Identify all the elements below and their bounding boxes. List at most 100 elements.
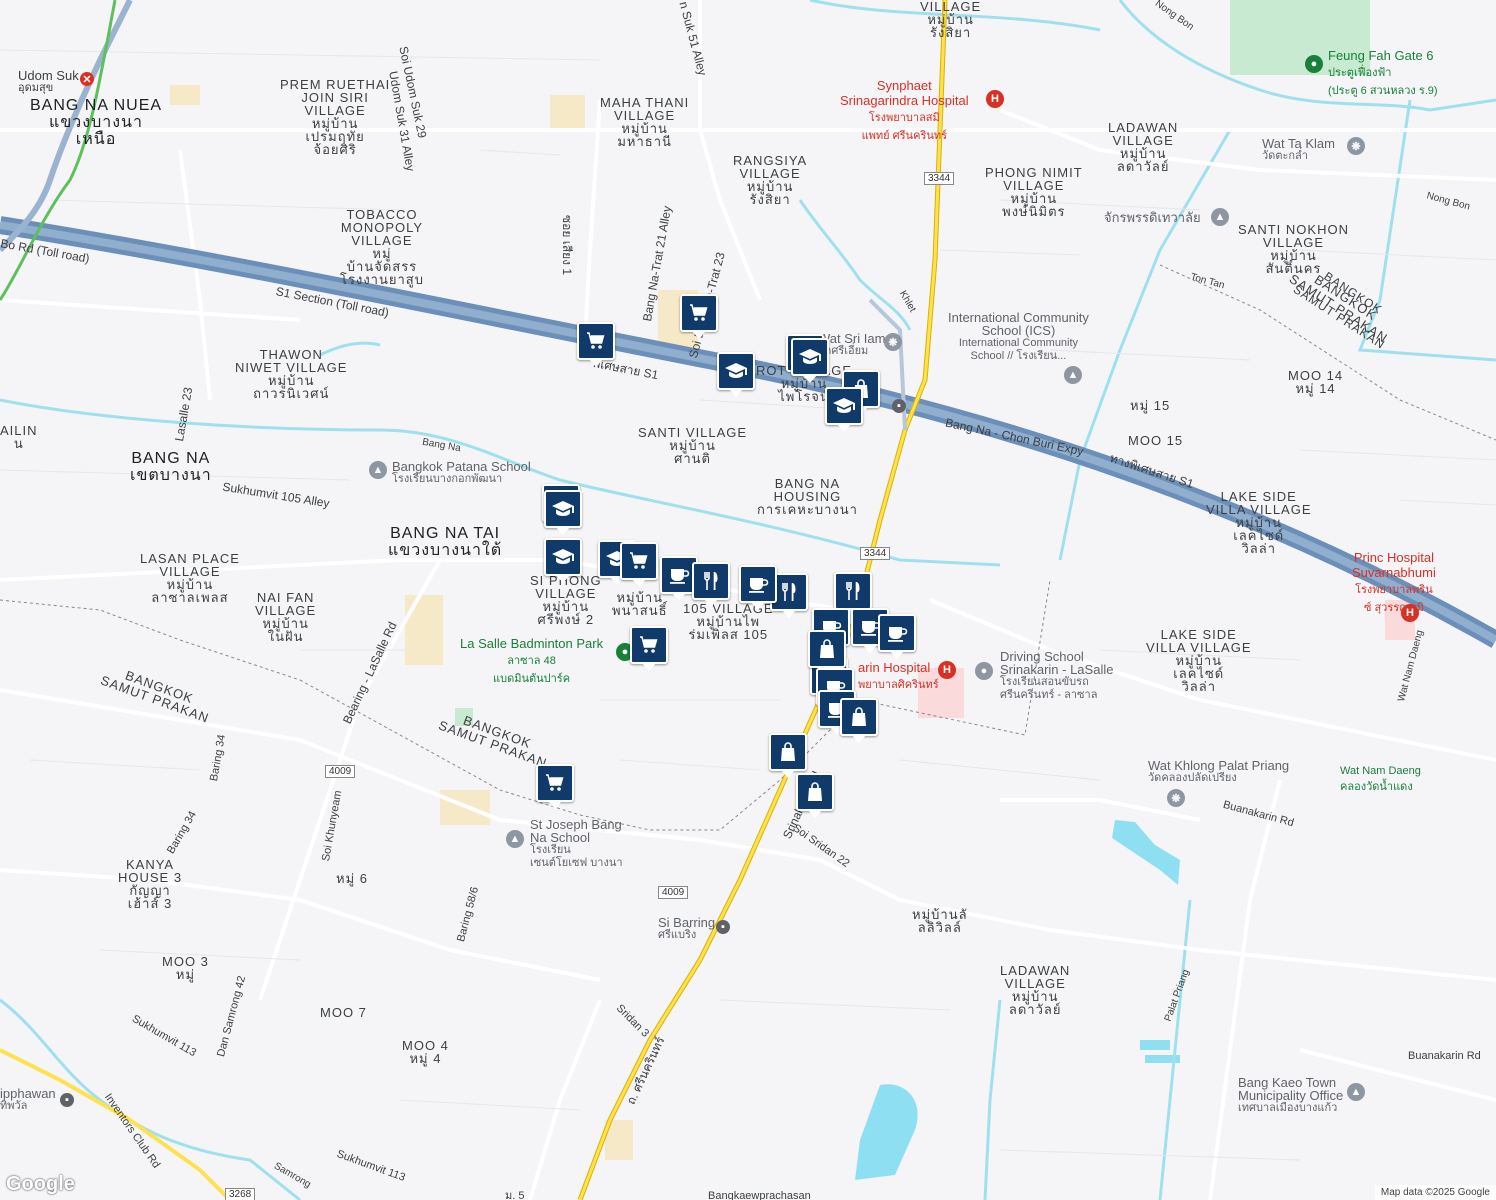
shopping-bag-icon bbox=[803, 780, 827, 804]
map-canvas[interactable]: BANG NA NUEA แขวงบางนา เหนือ BANG NA เขตบาง… bbox=[0, 0, 1496, 1200]
route-badge-3268: 3268 bbox=[225, 1188, 256, 1200]
road-moo-5: ม. 5 bbox=[505, 1190, 525, 1200]
area-maha-thani: MAHA THANI VILLAGE หมู่บ้าน มหาธานี bbox=[600, 95, 690, 149]
hospital-icon: H bbox=[1401, 604, 1419, 622]
poi-wat-ta-klam[interactable]: Wat Ta Klam วัดตะกล่ำ bbox=[1262, 137, 1335, 163]
shopping-cart-icon bbox=[687, 301, 711, 325]
poi-srinakarin-hospital[interactable]: arin Hospital พยาบาลศิครินทร์ bbox=[858, 660, 939, 693]
shopping-bag-icon bbox=[815, 637, 839, 661]
poi-bang-kaeo-municipality[interactable]: Bang Kaeo Town Municipality Office เทศบาลเ… bbox=[1238, 1076, 1343, 1115]
area-moo-14: MOO 14 หมู่ 14 bbox=[1288, 368, 1344, 396]
bag-marker[interactable] bbox=[808, 630, 846, 675]
school-icon: ● bbox=[975, 662, 993, 680]
area-santi: SANTI VILLAGE หมู่บ้าน ศานติ bbox=[638, 425, 748, 466]
poi-si-barring[interactable]: Si Barring ศรีแบริ่ง bbox=[658, 916, 715, 942]
cart-marker[interactable] bbox=[620, 542, 658, 587]
poi-driving-school[interactable]: Driving School Srinakarin - LaSalle โรงเรี… bbox=[1000, 650, 1113, 702]
bag-marker[interactable] bbox=[769, 733, 807, 778]
train-station-icon: ✕ bbox=[80, 72, 94, 86]
district-bang-na-tai: BANG NA TAI แขวงบางนาใต้ bbox=[388, 525, 503, 559]
restaurant-icon bbox=[841, 579, 865, 603]
poi-wat-nam-daeng[interactable]: Wat Nam Daeng คลองวัดน้ำแดง bbox=[1340, 765, 1421, 795]
station-icon: ▪ bbox=[716, 920, 730, 934]
temple-icon: ❋ bbox=[1167, 789, 1185, 807]
cap-marker[interactable] bbox=[825, 387, 863, 432]
area-bang-na-housing: BANG NA HOUSING การเคหะบางนา bbox=[757, 476, 858, 517]
area-lake-side-1: LAKE SIDE VILLA VILLAGE หมู่บ้าน เลคไซด์ วิล… bbox=[1206, 489, 1312, 556]
route-badge-3344: 3344 bbox=[860, 547, 891, 560]
poi-la-salle-badminton-park[interactable]: La Salle Badminton Park ลาซาล 48 แบดมินตัน… bbox=[460, 636, 603, 687]
bag-marker[interactable] bbox=[796, 773, 834, 818]
route-badge-4009: 4009 bbox=[658, 886, 689, 899]
cart-marker[interactable] bbox=[577, 322, 615, 367]
poi-sipphawan[interactable]: ipphawan ทิพวัล bbox=[0, 1087, 56, 1113]
cap-marker[interactable] bbox=[544, 490, 582, 535]
cap-marker[interactable] bbox=[544, 538, 582, 583]
school-icon: ▲ bbox=[1064, 366, 1082, 384]
area-prem-ruethai: PREM RUETHAI JOIN SIRI VILLAGE หมู่บ้าน เปรม… bbox=[280, 77, 391, 157]
graduation-cap-icon bbox=[798, 345, 822, 369]
government-icon: ▲ bbox=[1347, 1083, 1365, 1101]
restaurant-icon bbox=[699, 569, 723, 593]
district-bang-na-nuea: BANG NA NUEA แขวงบางนา เหนือ bbox=[30, 97, 163, 148]
poi-bangkok-patana-school[interactable]: Bangkok Patana School โรงเรียนบางกอกพัฒนา bbox=[392, 460, 531, 486]
cup-marker[interactable] bbox=[739, 565, 777, 610]
fork-marker[interactable] bbox=[834, 572, 872, 617]
poi-feung-fah-gate[interactable]: Feung Fah Gate 6 ประตูเฟื่องฟ้า (ประตู 6 ส… bbox=[1328, 48, 1438, 99]
area-santi-nokhon: SANTI NOKHON VILLAGE หมู่บ้าน สันติ์นคร bbox=[1238, 222, 1349, 276]
hospital-icon: H bbox=[938, 661, 956, 679]
coffee-cup-icon bbox=[885, 621, 909, 645]
coffee-cup-icon bbox=[746, 572, 770, 596]
cart-marker[interactable] bbox=[680, 294, 718, 339]
area-ladawan-2: LADAWAN VILLAGE หมู่บ้าน ลดาวัลย์ bbox=[1000, 963, 1071, 1017]
area-ladawan-1: LADAWAN VILLAGE หมู่บ้าน ลดาวัลย์ bbox=[1108, 120, 1179, 174]
coffee-cup-icon bbox=[667, 563, 691, 587]
area-rangsiya-top: VILLAGE หมู่บ้าน รังสิยา bbox=[920, 0, 982, 40]
area-moo-6: หมู่ 6 bbox=[336, 871, 368, 886]
station-icon: ▪ bbox=[892, 399, 906, 413]
area-nai-fan: NAI FAN VILLAGE หมู่บ้าน ในฝัน bbox=[255, 590, 317, 644]
graduation-cap-icon bbox=[724, 359, 748, 383]
district-bang-na: BANG NA เขตบางนา bbox=[130, 450, 212, 484]
shopping-cart-icon bbox=[584, 329, 608, 353]
area-tobacco: TOBACCO MONOPOLY VILLAGE หมู่ บ้านจัดสรร โรงง… bbox=[340, 207, 424, 287]
fork-marker[interactable] bbox=[692, 562, 730, 607]
map-attribution[interactable]: Map data ©2025 Google bbox=[1374, 1185, 1496, 1200]
area-thawon: THAWON NIWET VILLAGE หมู่บ้าน ถาวรนิเวศน์ bbox=[235, 347, 348, 401]
poi-st-joseph-school[interactable]: St Joseph Bang Na School โรงเรียน เซนต์โยเซ… bbox=[530, 818, 623, 870]
poi-synphaet-hospital[interactable]: Synphaet Srinagarindra Hospital โรงพยาบาลส… bbox=[840, 78, 969, 144]
road-soi-lasalle-1: ซอย เสียง 1 bbox=[560, 215, 574, 276]
graduation-cap-icon bbox=[551, 497, 575, 521]
cart-marker[interactable] bbox=[536, 764, 574, 809]
cart-marker[interactable] bbox=[630, 626, 668, 671]
hospital-icon: H bbox=[986, 90, 1004, 108]
temple-icon: ❋ bbox=[884, 333, 902, 351]
shopping-bag-icon bbox=[847, 705, 871, 729]
poi-udom-suk[interactable]: Udom Suk อุดมสุข bbox=[18, 69, 79, 95]
shopping-cart-icon bbox=[637, 633, 661, 657]
area-moo-15b: MOO 15 bbox=[1128, 433, 1184, 448]
station-icon: ▪ bbox=[60, 1093, 74, 1107]
area-moo-15a: หมู่ 15 bbox=[1130, 398, 1171, 413]
cup-marker[interactable] bbox=[878, 614, 916, 659]
area-phong-nimit: PHONG NIMIT VILLAGE หมู่บ้าน พงษ์นิมิตร bbox=[985, 165, 1083, 219]
graduation-cap-icon bbox=[832, 394, 856, 418]
shopping-cart-icon bbox=[543, 771, 567, 795]
road-buanakarin-2: Buanakarin Rd bbox=[1408, 1050, 1481, 1062]
poi-princ-hospital[interactable]: Princ Hospital Suvarnabhumi โรงพยาบาลพรินซ… bbox=[1352, 550, 1436, 616]
graduation-cap-icon bbox=[551, 545, 575, 569]
cap-marker[interactable] bbox=[791, 338, 829, 383]
area-moo-3: MOO 3 หมู่ bbox=[162, 954, 209, 982]
poi-chakkraphat[interactable]: จักรพรรดิเทวาลัย bbox=[1104, 211, 1201, 224]
route-badge-4009: 4009 bbox=[325, 765, 356, 778]
restaurant-icon bbox=[777, 580, 801, 604]
area-phanasan: หมู่บ้าน พนาสนธิ์ bbox=[612, 590, 668, 618]
museum-icon: ▲ bbox=[1211, 208, 1229, 226]
poi-wat-khlong-palat-priang[interactable]: Wat Khlong Palat Priang วัดคลองปลัดเปรียง bbox=[1148, 759, 1289, 785]
bag-marker[interactable] bbox=[840, 698, 878, 743]
area-kanya-house: KANYA HOUSE 3 กัญญา เฮ้าส์ 3 bbox=[118, 857, 183, 911]
temple-icon: ❋ bbox=[1347, 137, 1365, 155]
poi-international-community-school[interactable]: International Community School (ICS) Inter… bbox=[948, 311, 1089, 363]
cap-marker[interactable] bbox=[717, 352, 755, 397]
shopping-cart-icon bbox=[627, 549, 651, 573]
